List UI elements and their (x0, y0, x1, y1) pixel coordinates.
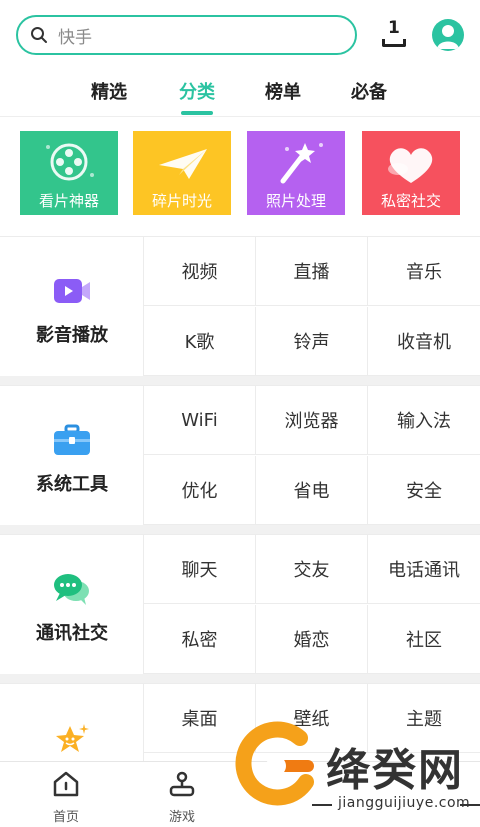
tab-featured[interactable]: 精选 (91, 78, 127, 104)
card-label: 照片处理 (265, 192, 326, 210)
category-title: 系统工具 (36, 474, 108, 495)
card-label: 碎片时光 (151, 192, 212, 210)
feature-cards: 看片神器 碎片时光 照片处理 私密社交 (0, 116, 480, 236)
download-manager-button[interactable]: 1 (380, 18, 410, 50)
category-item[interactable]: 铃声 (256, 307, 368, 376)
section-divider (0, 376, 480, 385)
category-item[interactable]: 视频 (144, 237, 256, 306)
category-title: 通讯社交 (36, 623, 108, 644)
tab-rankings[interactable]: 榜单 (265, 78, 301, 104)
category-item[interactable]: 省电 (256, 456, 368, 525)
card-fragment-time[interactable]: 碎片时光 (133, 131, 231, 215)
header: 快手 1 (0, 0, 480, 64)
download-tray-icon (382, 39, 406, 47)
card-photo-editing[interactable]: 照片处理 (247, 131, 345, 215)
user-icon (437, 25, 459, 49)
video-camera-icon (54, 279, 90, 303)
category-item[interactable]: 音乐 (368, 237, 480, 306)
section-divider (0, 525, 480, 534)
category-header[interactable]: 影音播放 (0, 237, 144, 376)
category-item[interactable]: 收音机 (368, 307, 480, 376)
category-header[interactable]: 通讯社交 (0, 535, 144, 674)
section-divider (0, 674, 480, 683)
watermark-title: 绛癸网 (326, 745, 464, 796)
tab-bar: 精选 分类 榜单 必备 (0, 68, 480, 116)
category-header[interactable] (0, 684, 144, 761)
avatar[interactable] (432, 19, 464, 51)
category-item[interactable]: K歌 (144, 307, 256, 376)
category-item[interactable]: 私密 (144, 605, 256, 674)
home-icon (53, 771, 79, 797)
category-item[interactable]: 浏览器 (256, 386, 368, 455)
category-item[interactable]: 社区 (368, 605, 480, 674)
search-icon (31, 27, 47, 43)
category-item[interactable]: 优化 (144, 456, 256, 525)
star-face-icon (56, 724, 89, 752)
card-private-social[interactable]: 私密社交 (362, 131, 460, 215)
category-item[interactable]: 安全 (368, 456, 480, 525)
card-label: 看片神器 (38, 192, 99, 210)
nav-home[interactable]: 首页 (26, 770, 106, 825)
tab-essentials[interactable]: 必备 (351, 78, 387, 104)
category-item[interactable]: WiFi (144, 386, 256, 455)
category-item[interactable]: 交友 (256, 535, 368, 604)
category-header[interactable]: 系统工具 (0, 386, 144, 525)
category-section-social: 通讯社交 聊天 交友 电话通讯 私密 婚恋 社区 (0, 534, 480, 674)
nav-label: 首页 (52, 810, 79, 825)
category-item[interactable]: 直播 (256, 237, 368, 306)
active-tab-indicator (181, 111, 213, 115)
watermark-line (312, 804, 332, 806)
card-movie-tools[interactable]: 看片神器 (20, 131, 118, 215)
category-item[interactable]: 输入法 (368, 386, 480, 455)
category-title: 影音播放 (36, 325, 108, 346)
download-count: 1 (388, 18, 400, 38)
search-input[interactable]: 快手 (16, 15, 357, 55)
category-section-tools: 系统工具 WiFi 浏览器 输入法 优化 省电 安全 (0, 385, 480, 525)
chat-bubbles-icon (54, 574, 89, 605)
category-item[interactable]: 婚恋 (256, 605, 368, 674)
card-label: 私密社交 (380, 192, 441, 210)
joystick-icon (169, 771, 195, 797)
category-item[interactable]: 电话通讯 (368, 535, 480, 604)
tab-categories[interactable]: 分类 (179, 78, 215, 104)
category-section-media: 影音播放 视频 直播 音乐 K歌 铃声 收音机 (0, 236, 480, 376)
site-watermark: 绛癸网 jiangguijiuye.com (228, 712, 480, 827)
toolbox-icon (54, 424, 90, 455)
watermark-subtitle: jiangguijiuye.com (338, 795, 471, 811)
search-placeholder: 快手 (58, 27, 92, 48)
watermark-line (460, 804, 480, 806)
category-item[interactable]: 聊天 (144, 535, 256, 604)
nav-games[interactable]: 游戏 (142, 770, 222, 825)
nav-label: 游戏 (168, 810, 195, 825)
